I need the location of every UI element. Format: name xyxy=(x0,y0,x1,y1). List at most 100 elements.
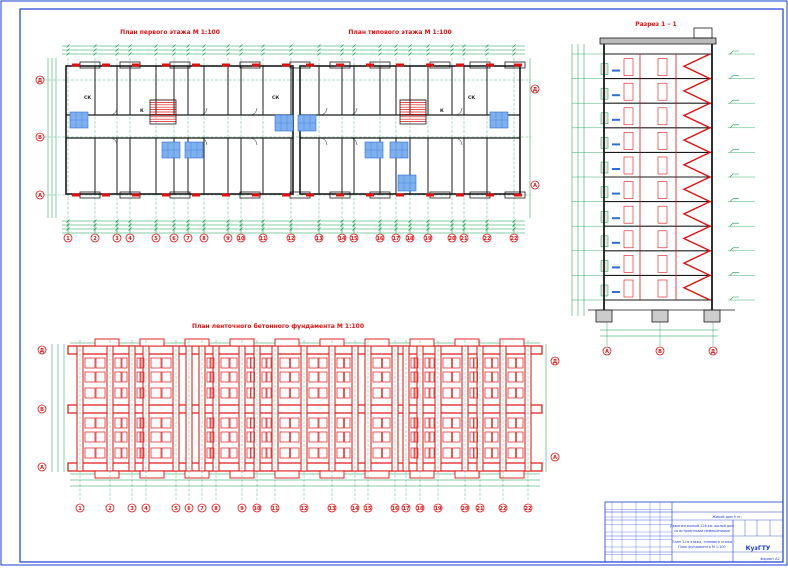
axis-label: 7 xyxy=(200,506,204,512)
footing-block xyxy=(279,447,290,459)
window-mark xyxy=(486,63,494,67)
footing-block xyxy=(492,417,499,429)
footing-block xyxy=(266,357,272,369)
footing-block xyxy=(206,371,212,383)
footing-block xyxy=(484,417,492,429)
drawing-sheet: План первого этажа М 1:100 План типового… xyxy=(0,0,788,566)
axis-label: 3 xyxy=(115,236,119,242)
door-swing xyxy=(109,107,118,116)
axis-label: 2 xyxy=(93,236,97,242)
footing-block xyxy=(290,417,300,429)
footing-block xyxy=(220,371,230,383)
footing-block xyxy=(290,357,300,369)
edge-pad xyxy=(454,470,480,479)
footing-block xyxy=(318,387,328,399)
footing-block xyxy=(121,387,128,399)
footing-block xyxy=(429,371,435,383)
footing-block xyxy=(308,431,319,443)
footing-block xyxy=(229,417,238,429)
axis-label: 6 xyxy=(187,506,191,512)
door-section xyxy=(623,82,634,101)
level-tag xyxy=(612,69,620,72)
footing-block xyxy=(229,371,238,383)
footing-block xyxy=(484,387,492,399)
footing-block xyxy=(114,431,122,443)
drawing-canvas: План первого этажа М 1:100 План типового… xyxy=(0,0,788,566)
footing-block xyxy=(220,387,230,399)
edge-pad xyxy=(139,338,165,347)
title-block-org: КузГТУ xyxy=(746,545,771,552)
axis-label: 1 xyxy=(66,236,70,242)
room-label: К xyxy=(140,108,144,114)
level-mark xyxy=(729,124,739,129)
axis-label: Д xyxy=(38,78,43,84)
footing-block xyxy=(229,387,238,399)
door-section xyxy=(623,205,634,224)
footing-block xyxy=(382,447,391,459)
footing-block xyxy=(516,447,524,459)
footing-block xyxy=(279,387,290,399)
level-mark xyxy=(729,99,739,104)
footing-block xyxy=(424,447,430,459)
axis-label: А xyxy=(38,193,42,199)
edge-pad xyxy=(409,338,435,347)
footing-block xyxy=(206,417,212,429)
door-swing xyxy=(249,107,258,116)
footing-block xyxy=(382,387,391,399)
inner-frame xyxy=(19,8,784,563)
foundation-plan: 1 2 3 4 5 6 7 8 9 10 11 12 13 14 15 16 17 18 19 20 21 22 22 xyxy=(51,338,547,513)
outer-wall xyxy=(65,65,294,195)
axis-label: 16 xyxy=(392,506,399,512)
footing-block xyxy=(266,387,272,399)
axis-label: 17 xyxy=(403,506,410,512)
footing-block xyxy=(372,431,382,443)
window-mark xyxy=(514,193,522,197)
footing-block xyxy=(382,357,391,369)
plan2-title: План типового этажа М 1:100 xyxy=(348,29,451,36)
axis-label: 10 xyxy=(238,236,245,242)
door-section xyxy=(657,58,668,76)
footing-block xyxy=(150,387,162,399)
footing-block xyxy=(492,387,499,399)
footing-block xyxy=(150,431,162,443)
window-mark xyxy=(222,63,230,67)
axis-label: 14 xyxy=(339,236,346,242)
footing xyxy=(703,309,721,323)
window-mark xyxy=(132,193,140,197)
footing-block xyxy=(84,371,96,383)
footing-block xyxy=(308,447,319,459)
axis-label: А xyxy=(533,183,537,189)
level-mark xyxy=(729,173,739,178)
section-title: Разрез 1 – 1 xyxy=(635,21,676,28)
title-block-line3: План 1-го этажа, типового этажа xyxy=(672,540,732,544)
window-mark xyxy=(102,63,110,67)
footing-block xyxy=(424,387,430,399)
footing-block xyxy=(84,417,96,429)
footing-block xyxy=(492,371,499,383)
footing-block xyxy=(424,357,430,369)
door-section xyxy=(623,156,634,175)
footing-block xyxy=(114,417,122,429)
footing-block xyxy=(492,431,499,443)
roof-parapet xyxy=(599,37,717,45)
level-tag xyxy=(612,192,620,195)
window-mark xyxy=(72,193,80,197)
axis-label: 8 xyxy=(202,236,206,242)
footing xyxy=(595,309,613,323)
footing-block xyxy=(150,447,162,459)
door-swing xyxy=(454,107,463,116)
level-mark xyxy=(729,149,739,153)
footing-block xyxy=(424,431,430,443)
level-tag xyxy=(612,94,620,97)
footing-block xyxy=(308,357,319,369)
footing-block xyxy=(229,431,238,443)
door-swing xyxy=(319,107,328,116)
window-mark xyxy=(306,63,314,67)
footing-block xyxy=(121,357,128,369)
door-section xyxy=(657,205,668,224)
axis-label: В xyxy=(40,407,44,413)
footing-block xyxy=(382,431,391,443)
axis-label: Д xyxy=(553,359,558,365)
axis-label: 22 xyxy=(511,236,518,242)
footing-block xyxy=(516,387,524,399)
